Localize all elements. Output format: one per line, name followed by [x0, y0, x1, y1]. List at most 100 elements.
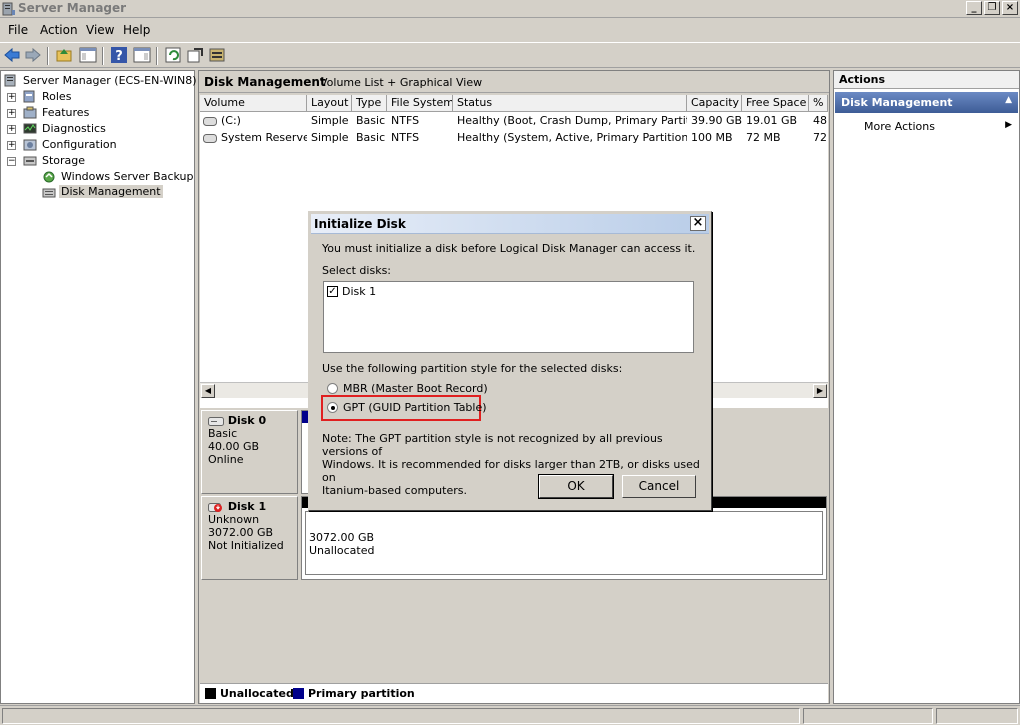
window-title: Server Manager	[18, 1, 127, 15]
expand-icon[interactable]: +	[7, 109, 16, 118]
dialog-close-button[interactable]: ×	[690, 216, 706, 231]
cell-type: Basic	[356, 114, 386, 127]
cell-capacity: 39.90 GB	[691, 114, 742, 127]
show-hide-action-pane-icon[interactable]	[133, 46, 151, 64]
volume-drive-icon	[203, 117, 217, 126]
status-cell	[803, 708, 933, 724]
diagnostics-icon	[23, 123, 37, 134]
disk-select-list[interactable]: ✓ Disk 1	[323, 281, 694, 353]
server-manager-icon	[4, 74, 16, 87]
menu-action[interactable]: Action	[40, 23, 78, 37]
storage-icon	[23, 156, 37, 166]
collapse-icon[interactable]: −	[7, 157, 16, 166]
tree-label-root: Server Manager (ECS-EN-WIN8)	[23, 74, 197, 87]
close-button[interactable]: ×	[1002, 1, 1018, 15]
status-bar	[0, 705, 1020, 725]
col-free-space[interactable]: Free Space	[742, 95, 809, 112]
server-manager-icon	[2, 2, 15, 16]
disk1-checkbox[interactable]: ✓	[327, 286, 338, 297]
legend-primary: Primary partition	[308, 687, 415, 700]
tree-label-disk-management: Disk Management	[59, 185, 163, 198]
expand-icon[interactable]: +	[7, 125, 16, 134]
col-capacity[interactable]: Capacity	[687, 95, 742, 112]
ok-button[interactable]: OK	[538, 474, 614, 499]
status-cell	[936, 708, 1018, 724]
table-row[interactable]: (C:) Simple Basic NTFS Healthy (Boot, Cr…	[200, 113, 828, 129]
col-volume[interactable]: Volume	[200, 95, 307, 112]
cell-file-system: NTFS	[391, 114, 420, 127]
actions-section-disk-management[interactable]: Disk Management ▲	[835, 92, 1018, 113]
cell-free-space: 19.01 GB	[746, 114, 798, 127]
status-cell	[2, 708, 800, 724]
menu-file[interactable]: File	[8, 23, 28, 37]
more-actions-item[interactable]: More Actions ▶	[835, 117, 1018, 135]
expand-icon[interactable]: +	[7, 93, 16, 102]
roles-icon	[23, 90, 35, 103]
console-tree: Server Manager (ECS-EN-WIN8) + Roles + F…	[0, 70, 197, 704]
col-layout[interactable]: Layout	[307, 95, 352, 112]
scroll-left-icon[interactable]: ◀	[201, 384, 215, 398]
menu-view[interactable]: View	[86, 23, 114, 37]
cancel-button[interactable]: Cancel	[622, 475, 696, 498]
disk0-name: Disk 0	[208, 414, 291, 427]
list-item[interactable]: ✓ Disk 1	[326, 285, 526, 299]
note-line: Note: The GPT partition style is not rec…	[322, 432, 663, 458]
disk0-info[interactable]: Disk 0 Basic 40.00 GB Online	[201, 410, 298, 494]
collapse-up-icon[interactable]: ▲	[1005, 95, 1012, 105]
refresh-icon[interactable]	[164, 46, 182, 64]
scroll-right-icon[interactable]: ▶	[813, 384, 827, 398]
disk1-unallocated-region[interactable]: 3072.00 GB Unallocated	[305, 511, 823, 575]
mbr-option[interactable]: MBR (Master Boot Record)	[327, 382, 497, 396]
toolbar-separator	[47, 47, 49, 65]
disk1-label: Disk 1	[227, 500, 267, 513]
menu-bar: File Action View Help	[0, 19, 1020, 41]
disk1-type: Unknown	[208, 513, 260, 526]
disk0-label: Disk 0	[227, 414, 267, 427]
dialog-intro: You must initialize a disk before Logica…	[322, 242, 696, 255]
minimize-button[interactable]: _	[966, 1, 982, 15]
title-bar: Server Manager _ ❐ ×	[0, 0, 1020, 18]
disk0-type: Basic	[208, 427, 238, 440]
mbr-label: MBR (Master Boot Record)	[343, 382, 488, 395]
tree-label-configuration: Configuration	[42, 138, 117, 151]
gpt-radio[interactable]	[327, 402, 338, 413]
mbr-radio[interactable]	[327, 383, 338, 394]
cell-status: Healthy (Boot, Crash Dump, Primary Parti…	[457, 114, 687, 127]
up-folder-icon[interactable]	[55, 46, 73, 64]
dialog-title: Initialize Disk	[314, 217, 406, 231]
tree-label-features: Features	[42, 106, 90, 119]
forward-icon[interactable]	[24, 46, 42, 64]
help-icon[interactable]: ?	[110, 46, 128, 64]
select-disks-label: Select disks:	[322, 264, 392, 277]
show-hide-tree-icon[interactable]	[79, 46, 97, 64]
properties-icon[interactable]	[186, 46, 204, 64]
disk1-part-size: 3072.00 GB	[309, 531, 375, 544]
col-status[interactable]: Status	[453, 95, 687, 112]
disk-not-initialized-icon	[208, 502, 222, 512]
actions-section-label: Disk Management	[841, 96, 953, 109]
toolbar-separator	[102, 47, 104, 65]
disk1-info[interactable]: Disk 1 Unknown 3072.00 GB Not Initialize…	[201, 496, 298, 580]
disk1-part-label: Unallocated	[309, 544, 375, 557]
submenu-arrow-icon: ▶	[1005, 120, 1012, 130]
restore-button[interactable]: ❐	[984, 1, 1000, 15]
pane-title: Disk Management	[204, 75, 326, 89]
volume-drive-icon	[203, 134, 217, 143]
table-row[interactable]: System Reserved Simple Basic NTFS Health…	[200, 130, 828, 146]
col-file-system[interactable]: File System	[387, 95, 453, 112]
col-type[interactable]: Type	[352, 95, 387, 112]
legend-unallocated-swatch	[205, 688, 216, 699]
menu-help[interactable]: Help	[123, 23, 150, 37]
disk-icon[interactable]	[208, 46, 226, 64]
disk1-list-label: Disk 1	[342, 285, 377, 298]
legend: Unallocated Primary partition	[200, 683, 828, 703]
cell-volume: (C:)	[221, 114, 241, 127]
disk-drive-icon	[208, 416, 224, 426]
legend-unallocated: Unallocated	[220, 687, 294, 700]
toolbar: ?	[0, 42, 1020, 68]
gpt-option[interactable]: GPT (GUID Partition Table)	[327, 401, 497, 415]
expand-icon[interactable]: +	[7, 141, 16, 150]
col-percent[interactable]: %	[809, 95, 828, 112]
back-icon[interactable]	[3, 46, 21, 64]
more-actions-label: More Actions	[864, 120, 935, 133]
